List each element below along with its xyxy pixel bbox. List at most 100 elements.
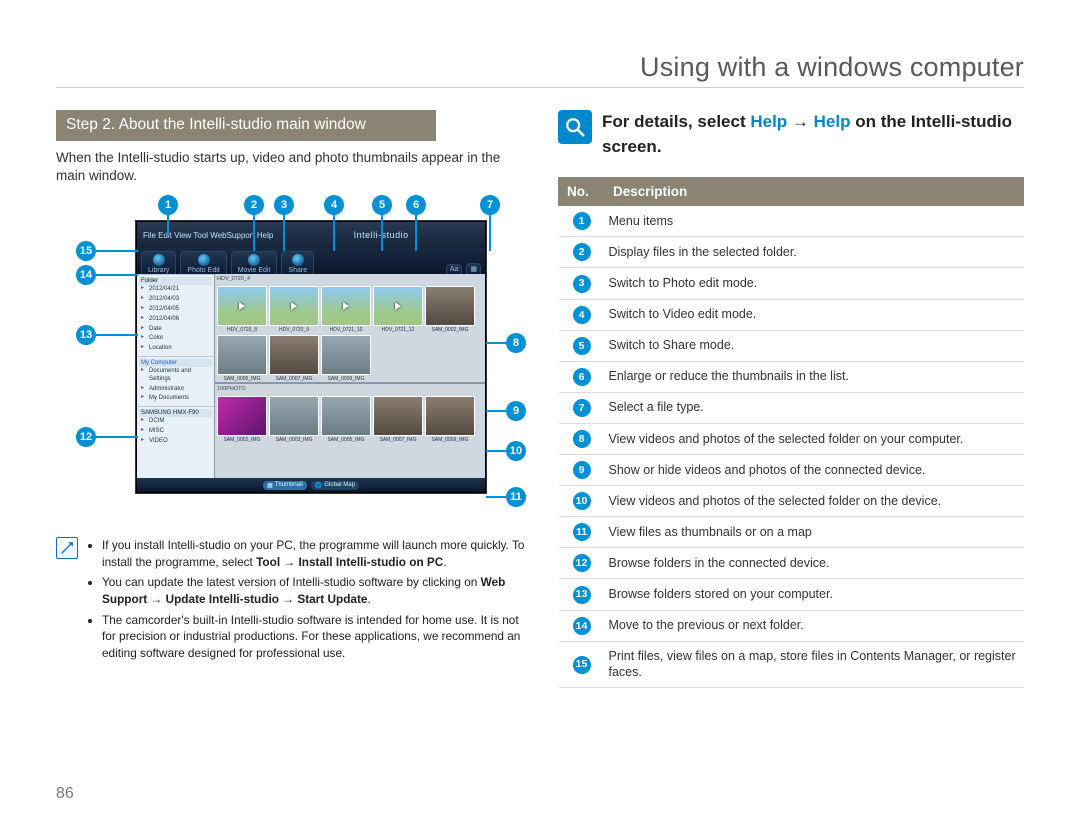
callout-marker-3: 3 (274, 195, 294, 215)
right-column: For details, select Help → Help on the I… (558, 110, 1024, 688)
row-desc: Switch to Video edit mode. (605, 299, 1024, 330)
row-desc: Print files, view files on a map, store … (605, 641, 1024, 688)
callout-marker-10: 10 (506, 441, 526, 461)
row-desc: Switch to Share mode. (605, 330, 1024, 361)
callout-leader (96, 334, 138, 336)
row-desc: Browse folders in the connected device. (605, 548, 1024, 579)
note-bullets: If you install Intelli-studio on your PC… (86, 537, 526, 665)
row-number-badge: 13 (573, 586, 591, 604)
table-row: 3 Switch to Photo edit mode. (559, 268, 1024, 299)
col-header-no: No. (559, 178, 605, 206)
table-row: 8 View videos and photos of the selected … (559, 423, 1024, 454)
table-row: 14Move to the previous or next folder. (559, 610, 1024, 641)
tab-share: Share (281, 251, 314, 274)
intelli-studio-window: File Edit View Tool WebSupport Help Inte… (136, 221, 486, 493)
row-number-badge: 15 (573, 656, 591, 674)
table-row: 13 Browse folders stored on your computer… (559, 579, 1024, 610)
row-number-badge: 5 (573, 337, 591, 355)
toolbar-button: ▦ (466, 263, 481, 274)
callout-leader (489, 215, 491, 251)
row-number-badge: 11 (573, 523, 591, 541)
help-hint-text: For details, select Help → Help on the I… (602, 110, 1024, 159)
two-column-layout: Step 2. About the Intelli-studio main wi… (56, 110, 1024, 688)
step-heading-bar: Step 2. About the Intelli-studio main wi… (56, 110, 436, 141)
table-row: 12 Browse folders in the connected device… (559, 548, 1024, 579)
annotated-screenshot: File Edit View Tool WebSupport Help Inte… (56, 195, 526, 525)
callout-leader (415, 215, 417, 251)
callout-marker-15: 15 (76, 241, 96, 261)
callout-leader (283, 215, 285, 251)
magnifier-icon (558, 110, 592, 144)
row-number-badge: 8 (573, 430, 591, 448)
row-number-badge: 10 (573, 492, 591, 510)
callout-marker-4: 4 (324, 195, 344, 215)
view-thumbnail-chip: ▦Thumbnail (263, 481, 307, 490)
row-desc: Select a file type. (605, 392, 1024, 423)
sidebar-pane: Folder 2012/04/21 2012/04/03 2012/04/05 … (137, 274, 215, 478)
callout-marker-14: 14 (76, 265, 96, 285)
table-row: 11 View files as thumbnails or on a map (559, 517, 1024, 548)
callout-marker-9: 9 (506, 401, 526, 421)
row-desc: View videos and photos of the selected f… (605, 486, 1024, 517)
note-block: If you install Intelli-studio on your PC… (56, 537, 526, 665)
table-row: 1 Menu items (559, 206, 1024, 237)
help-hint: For details, select Help → Help on the I… (558, 110, 1024, 159)
callout-marker-12: 12 (76, 427, 96, 447)
row-desc: Switch to Photo edit mode. (605, 268, 1024, 299)
row-number-badge: 1 (573, 212, 591, 230)
table-row: 15 Print files, view files on a map, stor… (559, 641, 1024, 688)
callout-leader (486, 410, 506, 412)
callout-marker-7: 7 (480, 195, 500, 215)
toolbar-button: Aa (446, 264, 463, 274)
view-map-chip: 🌐Global Map (311, 481, 359, 490)
app-mode-tabs: Library Photo Edit Movie Edit Share Aa ▦ (137, 248, 485, 274)
row-number-badge: 7 (573, 399, 591, 417)
row-number-badge: 6 (573, 368, 591, 386)
table-row: 4 Switch to Video edit mode. (559, 299, 1024, 330)
table-row: 9 Show or hide videos and photos of the c… (559, 455, 1024, 486)
row-desc: Show or hide videos and photos of the co… (605, 455, 1024, 486)
note-item: The camcorder's built-in Intelli-studio … (102, 612, 526, 662)
row-desc: View files as thumbnails or on a map (605, 517, 1024, 548)
manual-page: Using with a windows computer Step 2. Ab… (0, 0, 1080, 825)
callout-marker-13: 13 (76, 325, 96, 345)
col-header-desc: Description (605, 178, 1024, 206)
table-row: 7 Select a file type. (559, 392, 1024, 423)
callout-marker-11: 11 (506, 487, 526, 507)
row-desc: Display files in the selected folder. (605, 237, 1024, 268)
note-icon (56, 537, 78, 559)
row-desc: View videos and photos of the selected f… (605, 423, 1024, 454)
callout-marker-5: 5 (372, 195, 392, 215)
row-number-badge: 12 (573, 554, 591, 572)
callout-marker-1: 1 (158, 195, 178, 215)
app-menubar: File Edit View Tool WebSupport Help Inte… (137, 222, 485, 248)
table-row: 6 Enlarge or reduce the thumbnails in the… (559, 361, 1024, 392)
intro-paragraph: When the Intelli-studio starts up, video… (56, 149, 526, 185)
table-row: 5 Switch to Share mode. (559, 330, 1024, 361)
callout-leader (486, 450, 506, 452)
left-column: Step 2. About the Intelli-studio main wi… (56, 110, 526, 688)
content-pane: HDV_0720_4 HDV_0720_8 HDV_0720_9 HDV_072… (215, 274, 485, 478)
row-desc: Browse folders stored on your computer. (605, 579, 1024, 610)
note-item: If you install Intelli-studio on your PC… (102, 537, 526, 570)
row-desc: Menu items (605, 206, 1024, 237)
callout-leader (486, 342, 506, 344)
app-status-bar: ▦Thumbnail 🌐Global Map (137, 478, 485, 492)
row-number-badge: 4 (573, 306, 591, 324)
table-row: 10 View videos and photos of the selected… (559, 486, 1024, 517)
page-number: 86 (56, 785, 74, 803)
row-number-badge: 14 (573, 617, 591, 635)
chapter-title: Using with a windows computer (56, 52, 1024, 88)
callout-leader (486, 496, 506, 498)
callout-marker-2: 2 (244, 195, 264, 215)
tab-movie-edit: Movie Edit (231, 251, 278, 274)
callout-leader (96, 274, 138, 276)
callout-leader (96, 436, 138, 438)
note-item: You can update the latest version of Int… (102, 574, 526, 607)
callout-marker-6: 6 (406, 195, 426, 215)
row-number-badge: 3 (573, 275, 591, 293)
callout-leader (333, 215, 335, 251)
row-number-badge: 9 (573, 461, 591, 479)
row-desc: Enlarge or reduce the thumbnails in the … (605, 361, 1024, 392)
tab-library: Library (141, 251, 176, 274)
